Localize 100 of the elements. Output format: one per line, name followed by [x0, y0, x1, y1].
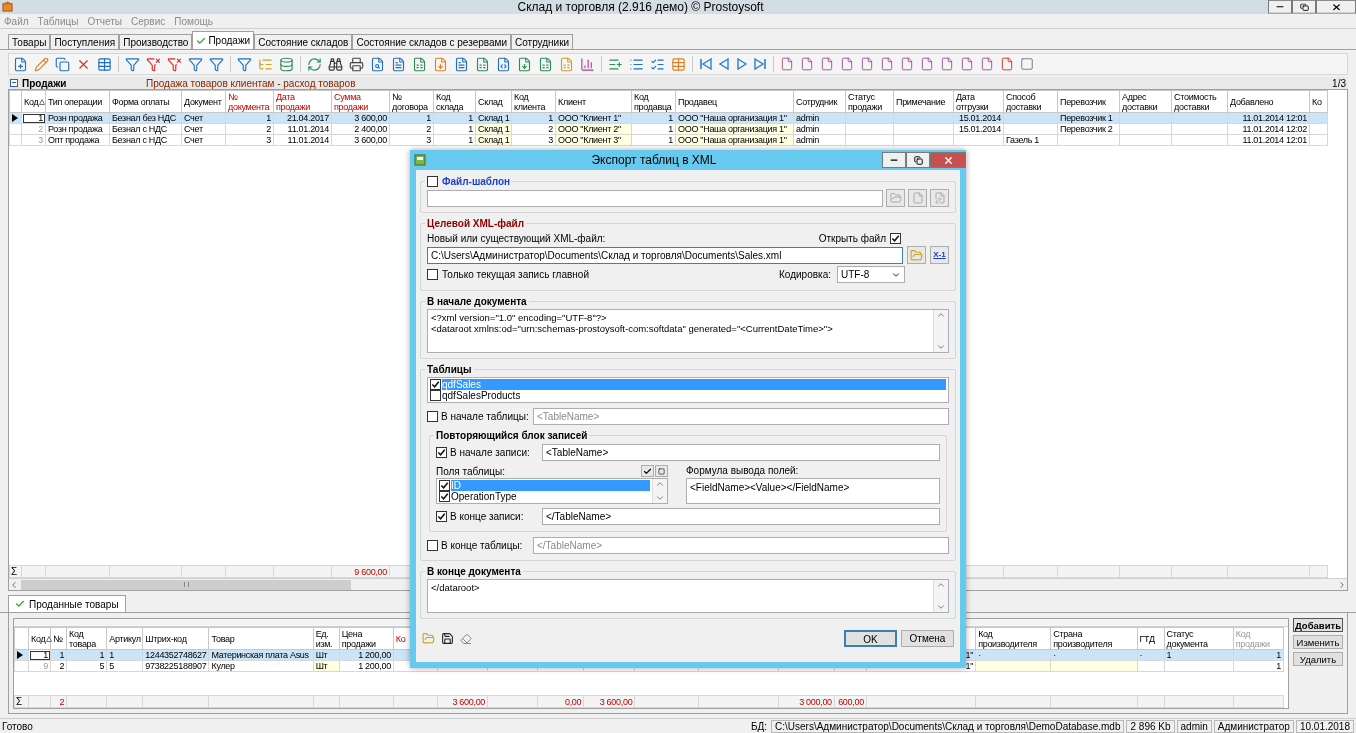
- code-document-icon[interactable]: [496, 56, 511, 72]
- checkbox[interactable]: [427, 176, 438, 187]
- text-field[interactable]: <TableName>: [533, 408, 949, 425]
- arrow-left-icon[interactable]: [9, 579, 19, 590]
- scrollbar[interactable]: [933, 310, 948, 352]
- column-header[interactable]: Товар: [211, 633, 235, 644]
- arrow-up-icon[interactable]: [936, 310, 946, 320]
- arrow-down-icon[interactable]: [936, 602, 946, 612]
- tab[interactable]: Продажи: [192, 31, 255, 49]
- minimize-button[interactable]: [1268, 0, 1292, 14]
- arrow-right-icon[interactable]: [1337, 579, 1347, 590]
- checkbox[interactable]: [427, 411, 438, 422]
- text-area[interactable]: <?xml version="1.0" encoding="UTF-8"?> <dataroot xmlns:od="urn:schemas-prostoysoft-com:softdata" generated="<CurrentDateTime>">: [427, 309, 949, 353]
- x1-button[interactable]: X-1: [930, 246, 949, 264]
- box-icon[interactable]: [1020, 57, 1034, 71]
- checkbox[interactable]: [436, 511, 447, 522]
- text-area[interactable]: </dataroot>: [427, 579, 949, 613]
- check-all-button[interactable]: [641, 465, 654, 477]
- spreadsheet-icon[interactable]: [475, 56, 490, 72]
- first-record-icon[interactable]: [699, 57, 713, 71]
- next-icon[interactable]: [735, 57, 749, 71]
- document-icon[interactable]: [880, 57, 894, 71]
- column-header[interactable]: Клиент: [558, 96, 586, 107]
- table-row[interactable]: 2 Розн продажа Безнал с НДС Счет 2 11.01.2014 2 400,00 2 1 Склад 1 2 ООО "Клиент 2" 1 ООО "Наша организация 1" admin 15.01.2014 Перевозчик 2 11.01.2014 12:02: [9, 123, 1328, 135]
- path-field[interactable]: C:\Users\Администратор\Documents\Склад и торговля\Documents\Sales.xml: [427, 246, 903, 264]
- spreadsheet-icon[interactable]: [538, 56, 553, 72]
- table-icon[interactable]: [671, 56, 686, 72]
- folder-icon[interactable]: [422, 632, 435, 645]
- preview-icon[interactable]: [370, 56, 385, 72]
- scrollbar[interactable]: [933, 580, 948, 612]
- document-icon[interactable]: [800, 57, 814, 71]
- document-icon[interactable]: [391, 56, 406, 72]
- table-icon[interactable]: [97, 56, 112, 72]
- funnel-icon[interactable]: [125, 56, 140, 72]
- tab[interactable]: Сотрудники: [511, 34, 574, 49]
- dialog-button[interactable]: OK: [844, 630, 897, 647]
- refresh-icon[interactable]: [307, 56, 322, 72]
- document-icon[interactable]: [920, 57, 934, 71]
- arrow-down-icon[interactable]: [936, 342, 946, 352]
- maximize-button[interactable]: [1292, 0, 1316, 14]
- last-record-icon[interactable]: [753, 57, 767, 71]
- checkbox[interactable]: [439, 480, 450, 491]
- tree-icon[interactable]: [258, 56, 273, 72]
- funnel-icon[interactable]: [209, 56, 224, 72]
- scrollbar[interactable]: [652, 479, 667, 503]
- database-icon[interactable]: [279, 56, 294, 72]
- document-arrow-icon[interactable]: [517, 56, 532, 72]
- table-row[interactable]: 3 Опт продажа Безнал с НДС Счет 3 11.01.2014 3 600,00 3 1 Склад 1 3 ООО "Клиент 3" 1 ООО "Наша организация 1" admin Газель 1 11.01.2014 12:01: [9, 134, 1328, 146]
- printer-icon[interactable]: [349, 56, 364, 72]
- text-field[interactable]: [427, 189, 883, 207]
- list-item[interactable]: qdfSalesProducts: [442, 390, 946, 401]
- maximize-button[interactable]: [906, 152, 930, 168]
- checkbox[interactable]: [439, 491, 450, 502]
- checkbox[interactable]: [890, 233, 901, 244]
- list-icon[interactable]: [629, 56, 644, 72]
- side-button[interactable]: Удалить: [1293, 652, 1343, 666]
- pencil-icon[interactable]: [34, 56, 49, 72]
- list-plus-icon[interactable]: [608, 56, 623, 72]
- tab[interactable]: Проданные товары: [8, 595, 126, 612]
- formula-field[interactable]: <FieldName><Value></FieldName>: [686, 478, 940, 504]
- tab[interactable]: Состояние складов: [254, 34, 353, 49]
- arrow-up-icon[interactable]: [655, 479, 665, 489]
- column-header[interactable]: Ко: [395, 633, 406, 644]
- document-icon[interactable]: [840, 57, 854, 71]
- checkbox[interactable]: [427, 540, 438, 551]
- close-button[interactable]: [1316, 0, 1356, 14]
- encoding-select[interactable]: UTF-8: [837, 266, 905, 283]
- side-button[interactable]: Изменить: [1293, 635, 1343, 649]
- funnel-icon[interactable]: [188, 56, 203, 72]
- document-icon[interactable]: [780, 57, 794, 71]
- copy-icon[interactable]: [55, 56, 70, 72]
- list-item[interactable]: OperationType: [451, 491, 650, 502]
- funnel-icon[interactable]: [237, 56, 252, 72]
- bar-chart-icon[interactable]: [580, 56, 595, 72]
- spreadsheet-icon[interactable]: [412, 56, 427, 72]
- document-icon[interactable]: [820, 57, 834, 71]
- document-plus-icon[interactable]: [13, 56, 28, 72]
- checkbox[interactable]: [436, 447, 447, 458]
- binoculars-icon[interactable]: [328, 56, 343, 72]
- document-icon[interactable]: [1000, 57, 1014, 71]
- table-row[interactable]: 1 Розн продажа Безнал без НДС Счет 1 21.04.2017 3 600,00 1 1 Склад 1 1 ООО "Клиент 1" 1 ООО "Наша организация 1" admin 15.01.2014 Перевозчик 1 11.01.2014 12:01: [9, 112, 1328, 124]
- funnel-icon[interactable]: [146, 56, 161, 72]
- tab[interactable]: Производство: [119, 34, 193, 49]
- document-icon[interactable]: [454, 56, 469, 72]
- document-icon[interactable]: [960, 57, 974, 71]
- uncheck-all-button[interactable]: [655, 465, 668, 477]
- previous-icon[interactable]: [717, 57, 731, 71]
- floppy-icon[interactable]: [441, 632, 454, 645]
- tab[interactable]: Поступления: [50, 34, 120, 49]
- minimize-button[interactable]: [882, 152, 906, 168]
- funnel-icon[interactable]: [167, 56, 182, 72]
- checkbox[interactable]: [427, 269, 438, 280]
- open-button[interactable]: [907, 246, 926, 264]
- document-icon[interactable]: [980, 57, 994, 71]
- eraser-icon[interactable]: [460, 632, 472, 645]
- arrow-down-icon[interactable]: [655, 493, 665, 503]
- checkbox[interactable]: [430, 379, 441, 390]
- checkbox[interactable]: [430, 390, 441, 401]
- document-icon[interactable]: [940, 57, 954, 71]
- arrow-up-icon[interactable]: [936, 580, 946, 590]
